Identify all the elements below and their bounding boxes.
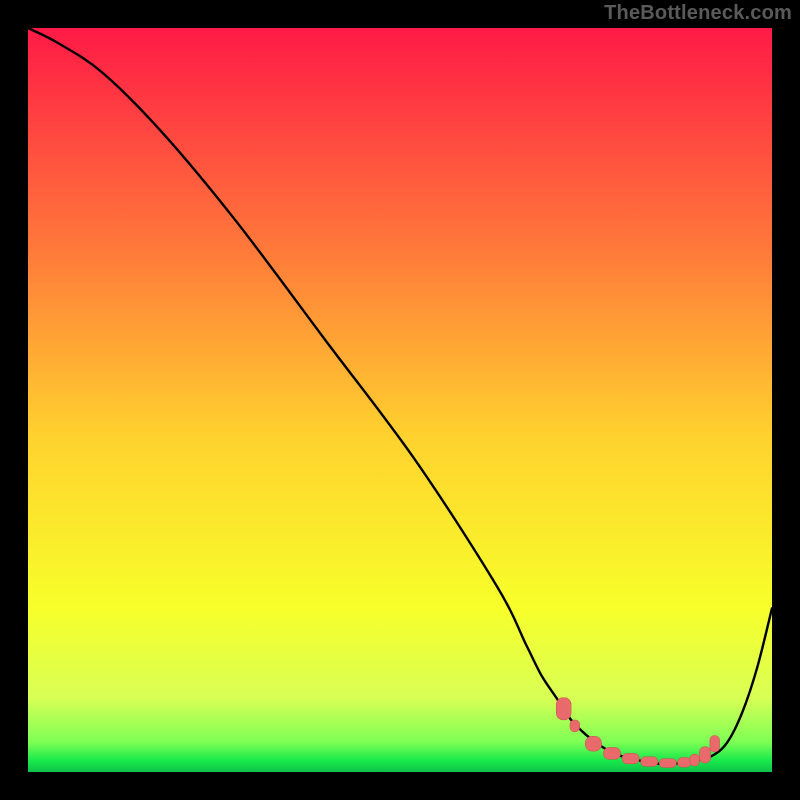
bottleneck-chart <box>28 28 772 772</box>
optimal-marker <box>556 698 571 720</box>
optimal-marker <box>603 747 620 759</box>
optimal-marker <box>690 754 700 766</box>
optimal-marker <box>585 736 601 751</box>
optimal-marker <box>710 736 720 752</box>
optimal-marker <box>699 747 710 763</box>
gradient-background <box>28 28 772 772</box>
chart-svg <box>28 28 772 772</box>
optimal-marker <box>659 759 676 768</box>
optimal-marker <box>622 753 639 763</box>
watermark: TheBottleneck.com <box>604 2 792 25</box>
optimal-marker <box>570 720 580 732</box>
chart-frame: TheBottleneck.com <box>0 0 800 800</box>
optimal-marker <box>678 757 691 767</box>
optimal-marker <box>641 757 658 767</box>
